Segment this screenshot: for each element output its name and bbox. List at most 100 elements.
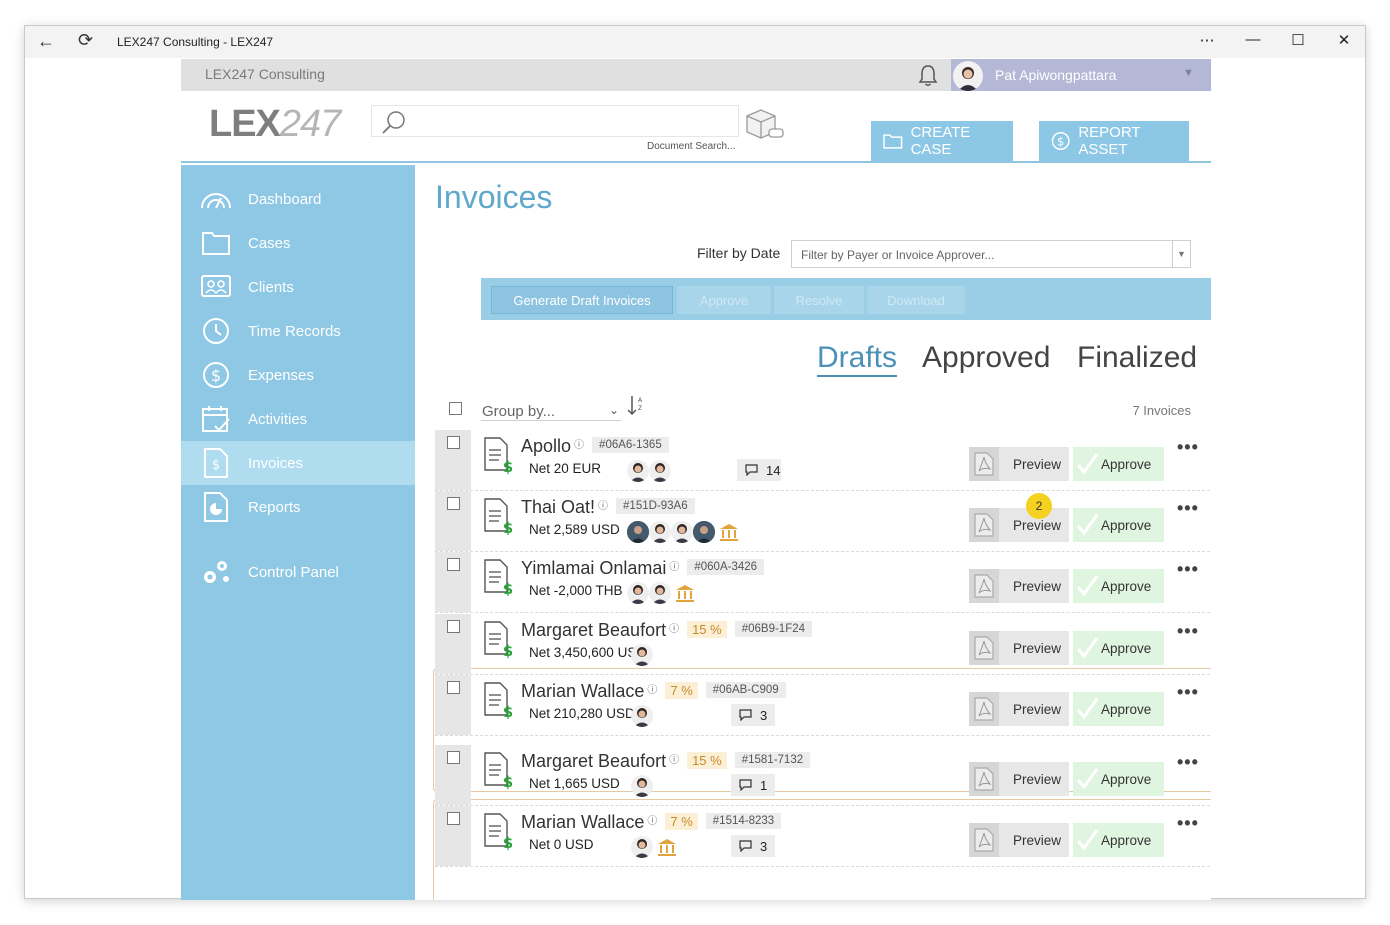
- comments-count[interactable]: 14: [737, 459, 781, 481]
- avatar: [649, 460, 671, 482]
- invoice-row[interactable]: $ Margaret Beaufort ⓘ 15 % #1581-7132 Net 1,6…: [435, 745, 1211, 806]
- refresh-icon[interactable]: ⟳: [78, 30, 93, 51]
- payer-name[interactable]: Yimlamai Onlamai: [521, 558, 666, 578]
- approver-avatars[interactable]: [627, 458, 671, 484]
- invoice-row[interactable]: $ Yimlamai Onlamai ⓘ #060A-3426 Net -2,000 T…: [435, 552, 1211, 613]
- row-checkbox[interactable]: [447, 436, 460, 449]
- preview-button[interactable]: Preview: [969, 762, 1069, 796]
- info-icon[interactable]: ⓘ: [669, 624, 679, 635]
- more-options-icon[interactable]: ⋯: [1192, 31, 1222, 49]
- tab-finalized[interactable]: Finalized: [1077, 341, 1197, 375]
- tab-drafts[interactable]: Drafts: [817, 341, 898, 377]
- document-search-input[interactable]: [371, 105, 739, 137]
- back-arrow-icon[interactable]: ←: [37, 31, 55, 52]
- row-checkbox[interactable]: [447, 751, 460, 764]
- more-options-icon[interactable]: •••: [1177, 621, 1199, 642]
- bell-icon[interactable]: [917, 63, 939, 87]
- approver-avatars[interactable]: [631, 703, 653, 729]
- more-options-icon[interactable]: •••: [1177, 813, 1199, 834]
- invoice-net: Net 210,280 USD: [529, 706, 635, 721]
- comments-count[interactable]: 3: [731, 835, 775, 857]
- payer-name[interactable]: Margaret Beaufort: [521, 620, 666, 640]
- approver-avatars[interactable]: [631, 834, 678, 860]
- info-icon[interactable]: ⓘ: [647, 685, 657, 696]
- row-checkbox[interactable]: [447, 497, 460, 510]
- comments-count[interactable]: 1: [731, 774, 775, 796]
- preview-button[interactable]: Preview: [969, 692, 1069, 726]
- approve-button[interactable]: Approve: [1073, 692, 1164, 726]
- generate-draft-invoices-button[interactable]: Generate Draft Invoices: [491, 286, 673, 314]
- sidebar-item-clients[interactable]: Clients: [181, 265, 415, 309]
- payer-name[interactable]: Marian Wallace: [521, 812, 644, 832]
- sidebar-item-dashboard[interactable]: Dashboard: [181, 177, 415, 221]
- approve-button[interactable]: Approve: [1073, 823, 1164, 857]
- info-icon[interactable]: ⓘ: [647, 816, 657, 827]
- row-checkbox[interactable]: [447, 620, 460, 633]
- preview-button[interactable]: Preview: [969, 508, 1069, 542]
- sidebar-item-cases[interactable]: Cases: [181, 221, 415, 265]
- approve-button[interactable]: Approve: [1073, 762, 1164, 796]
- preview-button[interactable]: Preview: [969, 447, 1069, 481]
- more-options-icon[interactable]: •••: [1177, 498, 1199, 519]
- info-icon[interactable]: ⓘ: [598, 501, 608, 512]
- report-asset-button[interactable]: $ REPORT ASSET: [1039, 121, 1189, 161]
- payer-name[interactable]: Apollo: [521, 436, 571, 456]
- select-all-checkbox[interactable]: [449, 402, 462, 415]
- comments-count[interactable]: 3: [731, 704, 775, 726]
- payer-name[interactable]: Thai Oat!: [521, 497, 595, 517]
- comment-icon: [745, 464, 758, 476]
- invoice-row[interactable]: $ Thai Oat! ⓘ #151D-93A6 Net 2,589 USD Previe…: [435, 491, 1211, 552]
- sidebar-item-time-records[interactable]: Time Records: [181, 309, 415, 353]
- maximize-icon[interactable]: ☐: [1283, 31, 1313, 49]
- approve-button[interactable]: Approve: [1073, 447, 1164, 481]
- approve-button[interactable]: Approve: [1073, 569, 1164, 603]
- folder-icon: [199, 226, 233, 260]
- sidebar-item-invoices[interactable]: $ Invoices: [181, 441, 415, 485]
- approve-button[interactable]: Approve: [1073, 631, 1164, 665]
- more-options-icon[interactable]: •••: [1177, 752, 1199, 773]
- preview-button[interactable]: Preview: [969, 823, 1069, 857]
- approver-avatars[interactable]: [631, 773, 653, 799]
- invoice-row[interactable]: $ Marian Wallace ⓘ 7 % #06AB-C909 Net 210,280…: [435, 675, 1211, 736]
- payer-filter-input[interactable]: Filter by Payer or Invoice Approver... ▼: [791, 240, 1191, 268]
- filter-date-label[interactable]: Filter by Date: [697, 245, 780, 261]
- approver-avatars[interactable]: [627, 580, 696, 606]
- invoice-row[interactable]: $ Margaret Beaufort ⓘ 15 % #06B9-1F24 Net 3,4…: [435, 614, 1211, 675]
- info-icon[interactable]: ⓘ: [574, 440, 584, 451]
- minimize-icon[interactable]: —: [1238, 31, 1268, 48]
- invoice-row[interactable]: $ Marian Wallace ⓘ 7 % #1514-8233 Net 0 USD 3 P…: [435, 806, 1211, 867]
- preview-button[interactable]: Preview: [969, 569, 1069, 603]
- sort-icon[interactable]: A Z: [627, 393, 645, 417]
- row-checkbox[interactable]: [447, 558, 460, 571]
- approve-toolbar-button[interactable]: Approve: [677, 286, 771, 314]
- approver-avatars[interactable]: [631, 642, 653, 668]
- row-checkbox[interactable]: [447, 681, 460, 694]
- invoice-row[interactable]: $ Apollo ⓘ #06A6-1365 Net 20 EUR 14 Preview App…: [435, 430, 1211, 491]
- sidebar-item-control-panel[interactable]: Control Panel: [181, 550, 415, 594]
- more-options-icon[interactable]: •••: [1177, 682, 1199, 703]
- more-options-icon[interactable]: •••: [1177, 559, 1199, 580]
- sidebar-item-reports[interactable]: Reports: [181, 485, 415, 529]
- chevron-down-icon[interactable]: ▼: [1172, 241, 1190, 267]
- sidebar-item-activities[interactable]: Activities: [181, 397, 415, 441]
- info-icon[interactable]: ⓘ: [669, 562, 679, 573]
- group-by-select[interactable]: Group by... ⌄: [481, 399, 621, 421]
- close-icon[interactable]: ✕: [1329, 31, 1359, 49]
- tab-approved[interactable]: Approved: [922, 341, 1050, 375]
- pdf-icon: [969, 508, 999, 542]
- download-toolbar-button[interactable]: Download: [867, 286, 965, 314]
- approve-button[interactable]: Approve: [1073, 508, 1164, 542]
- approver-avatars[interactable]: [627, 519, 740, 545]
- sidebar-item-expenses[interactable]: $ Expenses: [181, 353, 415, 397]
- pdf-icon: [969, 823, 999, 857]
- create-case-button[interactable]: CREATE CASE: [871, 121, 1013, 161]
- resolve-toolbar-button[interactable]: Resolve: [774, 286, 864, 314]
- more-options-icon[interactable]: •••: [1177, 437, 1199, 458]
- preview-button[interactable]: Preview: [969, 631, 1069, 665]
- package-icon[interactable]: [743, 107, 785, 141]
- info-icon[interactable]: ⓘ: [669, 755, 679, 766]
- payer-name[interactable]: Margaret Beaufort: [521, 751, 666, 771]
- row-checkbox[interactable]: [447, 812, 460, 825]
- payer-name[interactable]: Marian Wallace: [521, 681, 644, 701]
- user-menu[interactable]: Pat Apiwongpattara ▼: [951, 59, 1211, 91]
